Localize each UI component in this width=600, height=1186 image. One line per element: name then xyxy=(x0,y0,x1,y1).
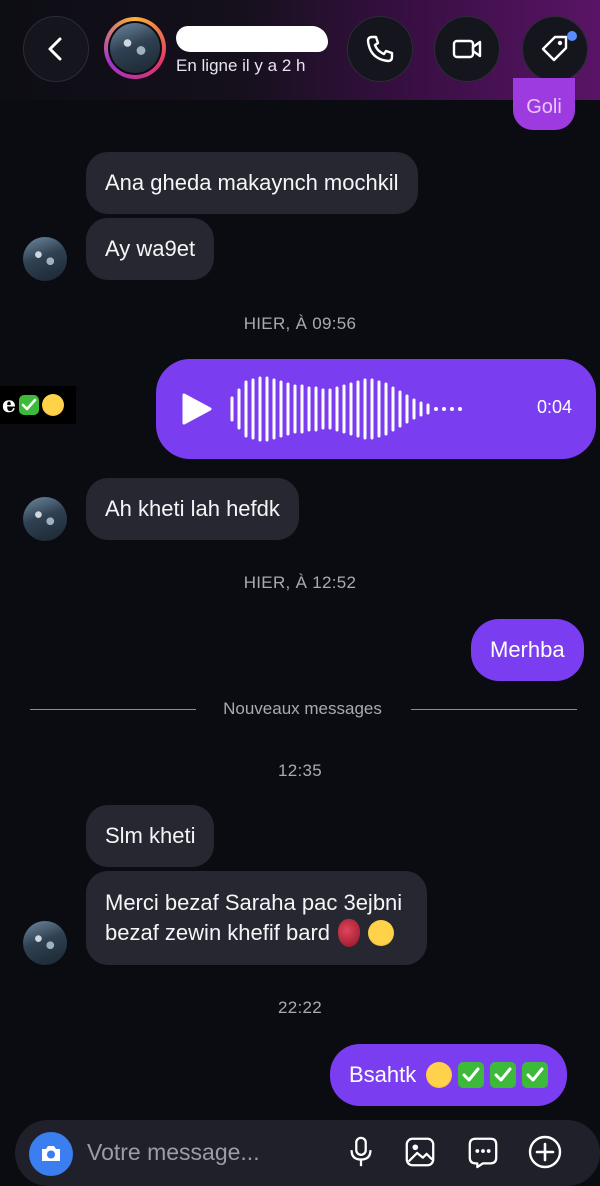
heart-eyes-emoji xyxy=(42,394,64,416)
gallery-button[interactable] xyxy=(400,1132,440,1172)
voice-call-button[interactable] xyxy=(347,16,413,82)
outgoing-message-partial[interactable]: Goli xyxy=(513,78,575,130)
timestamp: 12:35 xyxy=(277,761,323,780)
heart-eyes-emoji xyxy=(426,1062,453,1088)
voice-waveform xyxy=(230,376,462,442)
check-emoji xyxy=(19,395,39,415)
sender-avatar[interactable] xyxy=(23,497,67,541)
notification-dot xyxy=(567,31,577,41)
timestamp: 22:22 xyxy=(277,998,323,1017)
heart-eyes-emoji xyxy=(368,920,395,946)
outgoing-message[interactable]: Bsahtk xyxy=(330,1044,568,1106)
incoming-message[interactable]: Ah kheti lah hefdk xyxy=(86,478,299,540)
incoming-message[interactable]: Slm kheti xyxy=(86,805,215,867)
message-reaction-strip: e xyxy=(0,386,76,424)
anatomical-heart-emoji xyxy=(338,919,361,947)
incoming-message[interactable]: Merci bezaf Saraha pac 3ejbni bezaf zewi… xyxy=(86,871,428,965)
check-emoji xyxy=(458,1062,485,1088)
check-emoji xyxy=(522,1062,549,1088)
chat-header: En ligne il y a 2 h xyxy=(0,0,600,100)
voice-duration: 0:04 xyxy=(536,397,572,417)
message-text: Goli xyxy=(526,96,562,118)
contact-status: En ligne il y a 2 h xyxy=(176,56,306,75)
incoming-message[interactable]: Ay wa9et xyxy=(86,218,215,280)
check-emoji xyxy=(490,1062,517,1088)
tag-button[interactable] xyxy=(522,16,588,82)
outgoing-message[interactable]: Merhba xyxy=(471,619,584,681)
message-text: Bsahtk xyxy=(349,1062,417,1087)
camera-icon xyxy=(42,1146,60,1161)
microphone-button[interactable] xyxy=(341,1132,381,1172)
image-icon xyxy=(405,1137,435,1167)
contact-avatar[interactable] xyxy=(104,17,166,79)
chat-sticker-icon xyxy=(468,1137,498,1169)
contact-name-redacted xyxy=(176,26,328,52)
message-text-line: Merci bezaf Saraha pac 3ejbni xyxy=(105,890,403,915)
more-button[interactable] xyxy=(525,1132,565,1172)
sticker-button[interactable] xyxy=(463,1132,503,1172)
microphone-icon xyxy=(350,1136,372,1167)
message-text: Slm kheti xyxy=(105,823,196,848)
timestamp: HIER, À 09:56 xyxy=(243,314,357,333)
plus-icon xyxy=(528,1135,562,1169)
back-button[interactable] xyxy=(23,16,89,82)
play-icon[interactable] xyxy=(176,389,216,429)
reaction-text: e xyxy=(2,392,16,418)
sender-avatar[interactable] xyxy=(23,921,67,965)
video-camera-icon xyxy=(452,39,482,59)
message-composer: Votre message... xyxy=(15,1120,600,1186)
message-text: Merhba xyxy=(490,637,565,662)
incoming-message[interactable]: Ana gheda makaynch mochkil xyxy=(86,152,418,214)
message-text: Ana gheda makaynch mochkil xyxy=(105,170,399,195)
divider-label: Nouveaux messages xyxy=(223,699,382,718)
message-input[interactable]: Votre message... xyxy=(87,1139,260,1166)
new-messages-divider: Nouveaux messages xyxy=(30,698,577,720)
timestamp: HIER, À 12:52 xyxy=(243,573,357,592)
phone-icon xyxy=(366,35,394,63)
message-text: Ah kheti lah hefdk xyxy=(105,496,280,521)
video-call-button[interactable] xyxy=(434,16,500,82)
message-text-line: bezaf zewin khefif bard xyxy=(105,920,331,945)
message-text: Ay wa9et xyxy=(105,236,196,261)
sender-avatar[interactable] xyxy=(23,237,67,281)
voice-message[interactable]: 0:04 xyxy=(156,359,596,459)
chevron-left-icon xyxy=(48,37,62,61)
camera-button[interactable] xyxy=(29,1132,73,1176)
